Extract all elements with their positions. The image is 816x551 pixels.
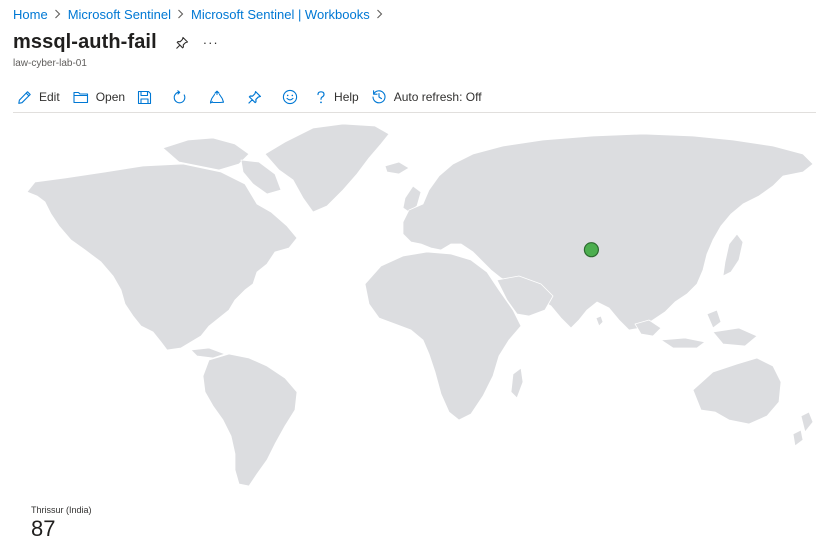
location-marker[interactable] — [583, 242, 600, 258]
chevron-right-icon — [54, 9, 61, 19]
chevron-right-icon — [376, 9, 383, 19]
title-row: mssql-auth-fail ··· — [13, 31, 219, 54]
refresh-icon — [172, 89, 187, 105]
toolbar-divider — [13, 112, 816, 113]
open-button[interactable]: Open — [73, 86, 125, 108]
location-metric-tile[interactable]: Thrissur (India) 87 — [31, 505, 92, 542]
new-zealand-shape — [792, 411, 814, 447]
more-options-icon[interactable]: ··· — [203, 35, 219, 50]
auto-refresh-button[interactable]: Auto refresh: Off — [371, 86, 482, 108]
pin-icon — [247, 90, 262, 105]
greenland-shape — [264, 123, 390, 213]
japan-shape — [722, 233, 744, 277]
workspace-subtitle: law-cyber-lab-01 — [13, 58, 87, 69]
sri-lanka-shape — [595, 315, 604, 327]
smiley-icon — [282, 89, 298, 105]
edit-icon — [17, 90, 32, 105]
feedback-button[interactable] — [282, 86, 298, 108]
south-america-shape — [202, 353, 298, 487]
history-icon — [371, 89, 387, 105]
location-label: Thrissur (India) — [31, 505, 92, 515]
pin-icon[interactable] — [175, 36, 189, 50]
chevron-right-icon — [177, 9, 184, 19]
pin-workbook-button[interactable] — [247, 86, 262, 108]
help-button[interactable]: Help — [315, 86, 359, 108]
refresh-button[interactable] — [172, 86, 187, 108]
australia-shape — [692, 357, 782, 425]
breadcrumb: Home Microsoft Sentinel Microsoft Sentin… — [13, 5, 390, 23]
help-icon — [315, 90, 327, 105]
north-america-shape — [26, 163, 298, 351]
workbook-toolbar: Edit Open Help Auto refresh: Off — [17, 86, 482, 108]
revert-button[interactable] — [209, 86, 225, 108]
location-count: 87 — [31, 516, 56, 541]
recycle-icon — [209, 90, 225, 105]
breadcrumb-workbooks[interactable]: Microsoft Sentinel | Workbooks — [191, 7, 370, 22]
edit-label: Edit — [39, 90, 60, 104]
edit-button[interactable]: Edit — [17, 86, 60, 108]
open-folder-icon — [73, 90, 89, 104]
auto-refresh-label: Auto refresh: Off — [393, 90, 482, 104]
breadcrumb-microsoft-sentinel[interactable]: Microsoft Sentinel — [68, 7, 171, 22]
iceland-shape — [384, 161, 410, 175]
madagascar-shape — [510, 367, 524, 399]
save-icon — [137, 90, 152, 105]
world-map[interactable] — [13, 114, 816, 500]
breadcrumb-home[interactable]: Home — [13, 7, 48, 22]
page-title: mssql-auth-fail — [13, 31, 157, 53]
save-button[interactable] — [137, 86, 152, 108]
open-label: Open — [95, 90, 126, 104]
help-label: Help — [334, 90, 359, 104]
africa-shape — [364, 251, 522, 421]
